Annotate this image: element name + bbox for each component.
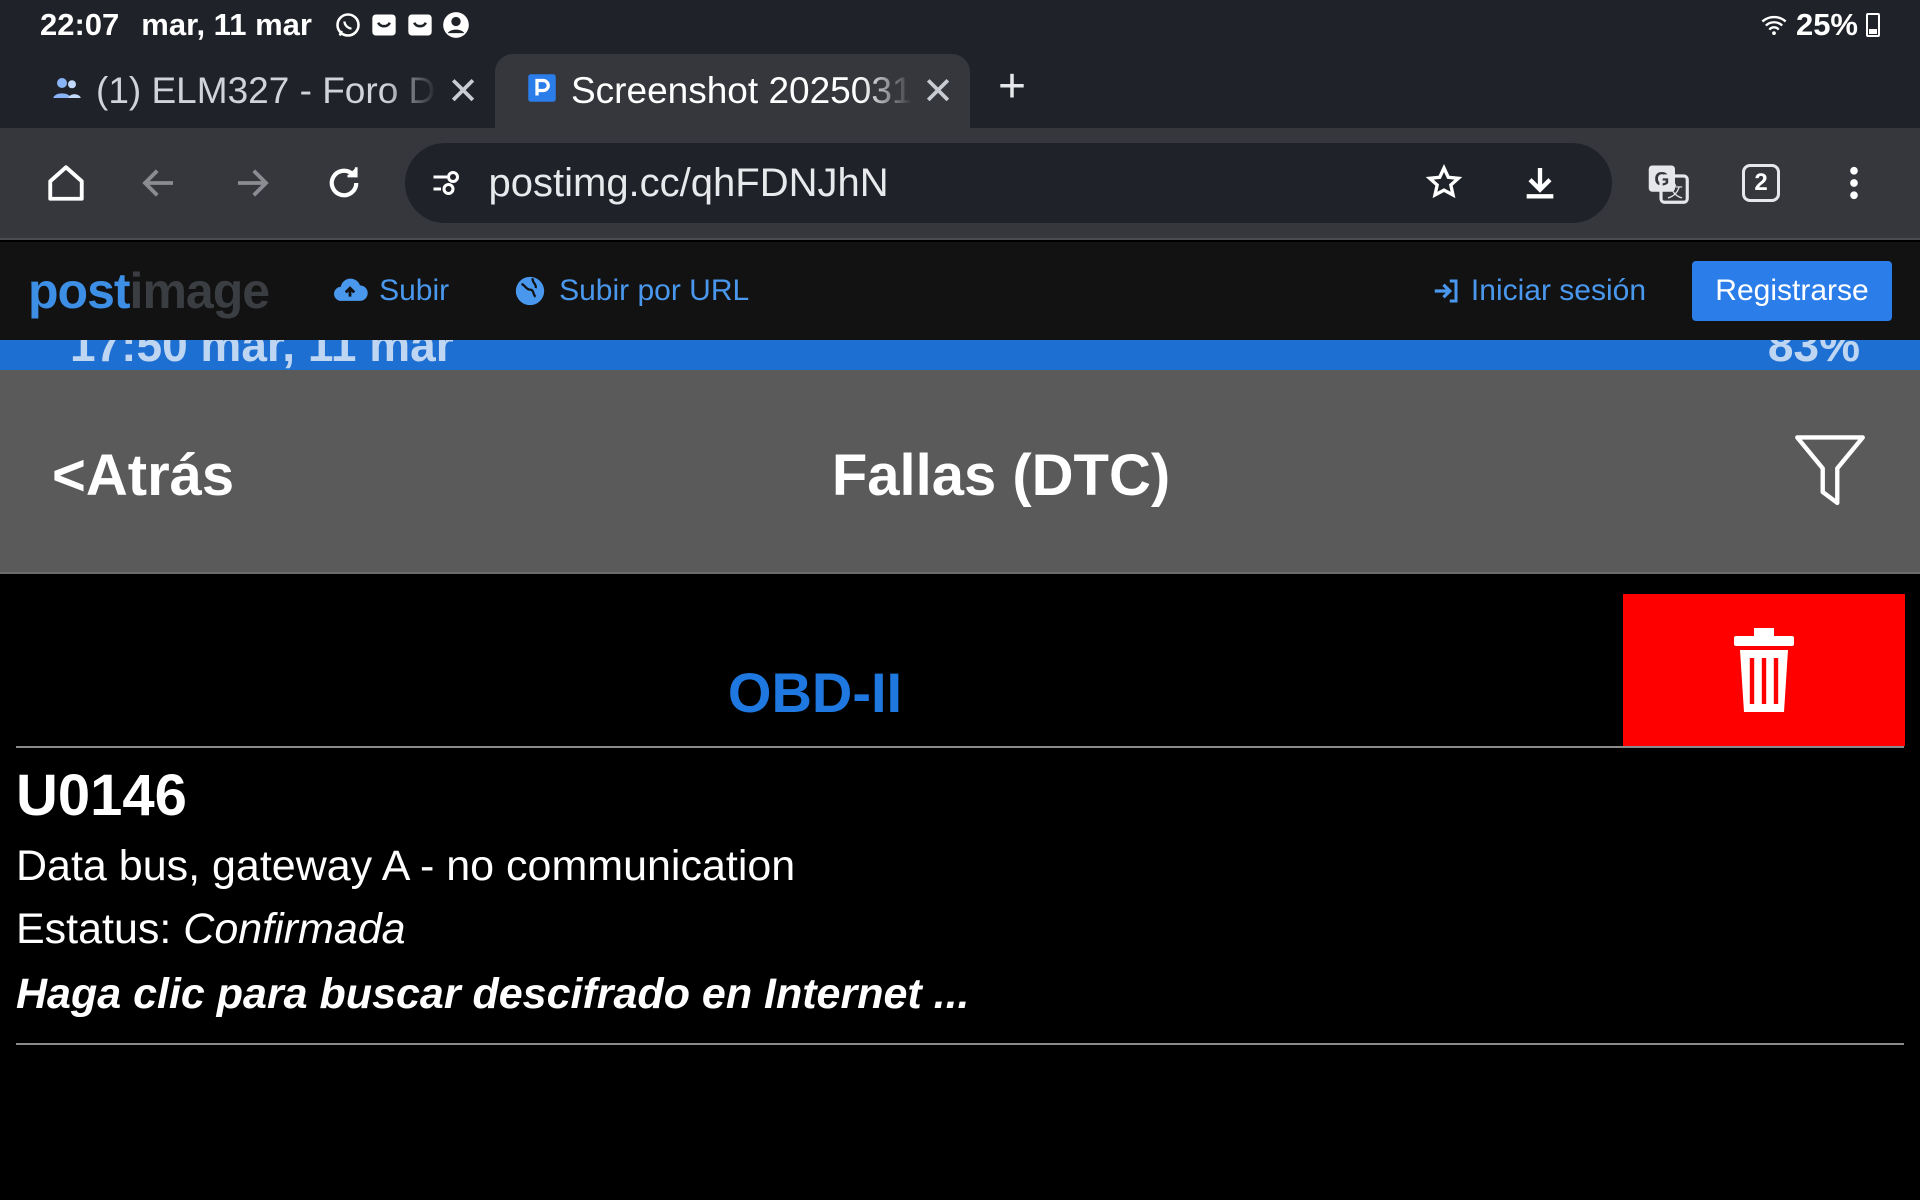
app-header: <Atrás Fallas (DTC): [0, 370, 1920, 574]
app-notification-icon: [370, 11, 398, 39]
back-button[interactable]: [113, 135, 206, 231]
globe-icon: [515, 276, 545, 306]
translate-button[interactable]: G文: [1622, 135, 1715, 231]
new-tab-button[interactable]: +: [998, 59, 1026, 114]
home-icon: [48, 165, 84, 201]
embedded-status-bar: 17:50 mar, 11 mar 83%: [0, 340, 1920, 370]
upload-link[interactable]: Subir: [331, 274, 449, 308]
site-settings-icon[interactable]: [429, 165, 465, 201]
cloud-upload-icon: [334, 278, 368, 301]
dtc-code: U0146: [16, 763, 187, 828]
bookmark-button[interactable]: [1396, 143, 1492, 223]
page-title: Fallas (DTC): [831, 443, 1171, 508]
address-bar[interactable]: postimg.cc/qhFDNJhN: [404, 143, 1613, 223]
more-menu-button[interactable]: [1807, 135, 1900, 231]
tab-elm327-forum[interactable]: (1) ELM327 - Foro Da ✕: [20, 54, 495, 128]
translate-icon: G文: [1649, 165, 1690, 204]
system-status-bar: 22:07 mar, 11 mar 25%: [0, 0, 1920, 50]
dtc-description: Data bus, gateway A - no communication: [16, 842, 796, 890]
arrow-left-icon: [142, 169, 173, 197]
search-online-link[interactable]: Haga clic para buscar descifrado en Inte…: [16, 970, 970, 1019]
reload-icon: [329, 167, 359, 198]
protocol-label: OBD-II: [727, 661, 903, 724]
tab-title: (1) ELM327 - Foro Da: [96, 70, 438, 111]
browser-toolbar: postimg.cc/qhFDNJhN G文 2: [0, 128, 1920, 240]
clock: 22:07: [40, 7, 120, 42]
filter-icon[interactable]: [1792, 432, 1868, 512]
app-notification-icon: [406, 11, 434, 39]
tab-switcher-button[interactable]: 2: [1715, 135, 1808, 231]
more-vert-icon: [1849, 166, 1858, 200]
download-icon: [1526, 168, 1554, 199]
divider: [16, 1043, 1904, 1045]
dtc-status-value: Confirmada: [183, 905, 406, 953]
date: mar, 11 mar: [141, 7, 312, 42]
arrow-right-icon: [237, 169, 269, 197]
account-icon: [442, 11, 470, 39]
reload-button[interactable]: [298, 135, 391, 231]
sign-in-icon: [1434, 279, 1458, 303]
divider: [16, 746, 1904, 748]
delete-button[interactable]: [1623, 594, 1905, 746]
browser-tab-strip: (1) ELM327 - Foro Da ✕ Screenshot 202503…: [0, 50, 1920, 128]
dtc-status: Estatus: Confirmada: [16, 905, 406, 953]
upload-url-link[interactable]: Subir por URL: [511, 274, 749, 308]
battery-icon: [1866, 13, 1880, 37]
tab-title: Screenshot 2025031: [571, 70, 913, 111]
trash-icon: [1734, 628, 1794, 712]
close-tab-icon[interactable]: ✕: [447, 69, 479, 114]
tab-screenshot[interactable]: Screenshot 2025031 ✕: [495, 54, 970, 128]
url-text: postimg.cc/qhFDNJhN: [488, 160, 889, 205]
wifi-icon: [1760, 11, 1788, 39]
login-link[interactable]: Iniciar sesión: [1431, 274, 1646, 308]
whatsapp-icon: [334, 11, 362, 39]
tab-count: 2: [1742, 164, 1781, 202]
people-icon: [52, 70, 82, 112]
battery-percentage: 25%: [1795, 7, 1858, 42]
embedded-status-left: 17:50 mar, 11 mar: [70, 340, 454, 370]
postimage-favicon: [527, 70, 557, 112]
postimage-logo[interactable]: postimage: [28, 262, 270, 320]
close-tab-icon[interactable]: ✕: [922, 69, 954, 114]
star-icon: [1425, 164, 1463, 199]
embedded-status-right: 83%: [1767, 340, 1860, 370]
site-header: postimage Subir Subir por URL Iniciar se…: [0, 242, 1920, 340]
download-button[interactable]: [1492, 143, 1588, 223]
home-button[interactable]: [20, 135, 113, 231]
forward-button[interactable]: [205, 135, 298, 231]
svg-text:文: 文: [1668, 183, 1684, 201]
register-button[interactable]: Registrarse: [1692, 261, 1892, 321]
